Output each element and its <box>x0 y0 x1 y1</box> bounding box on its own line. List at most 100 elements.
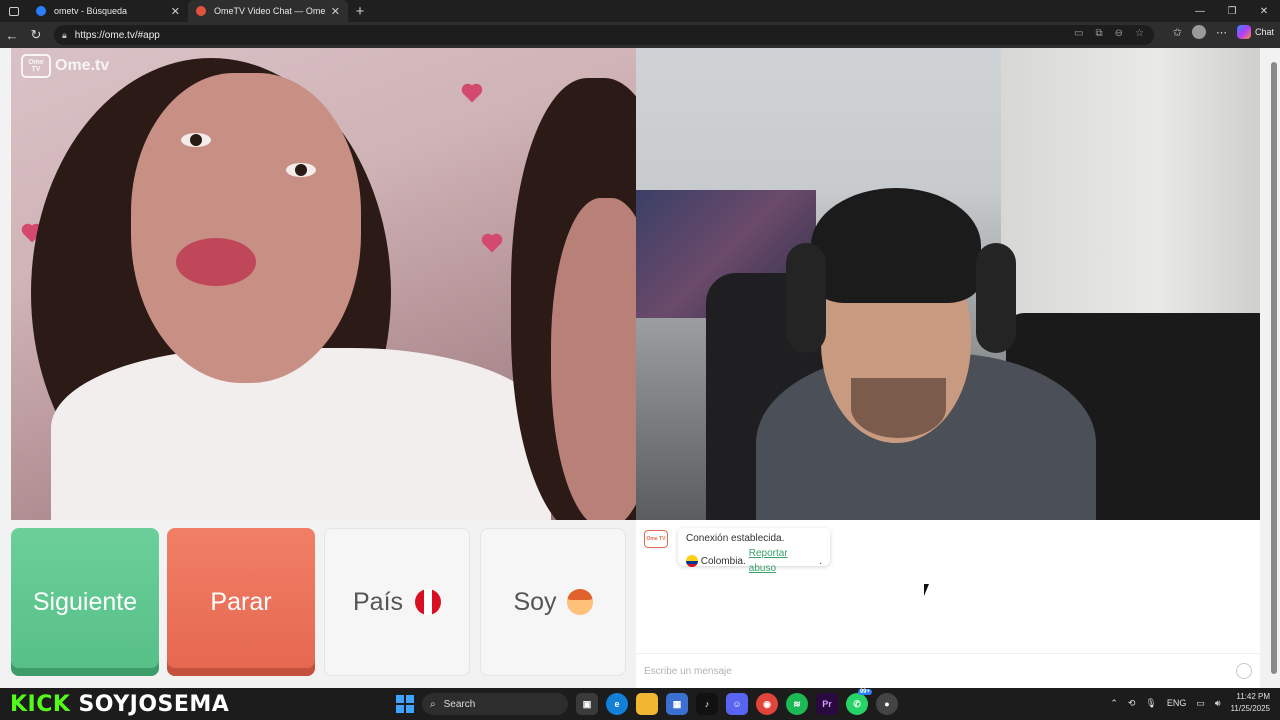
chrome-icon[interactable]: ◉ <box>756 693 778 715</box>
clock-time: 11:42 PM <box>1236 692 1270 701</box>
next-button[interactable]: Siguiente <box>11 528 159 676</box>
country-filter-button[interactable]: País <box>324 528 470 676</box>
stream-overlay: KICK SOYJOSEMA <box>10 692 229 718</box>
whatsapp-icon[interactable]: ✆ 99+ <box>846 689 872 715</box>
new-tab-button[interactable]: + <box>348 3 372 20</box>
person-eye <box>181 133 211 147</box>
tab-ometv-search[interactable]: ometv - Búsqueda ✕ <box>28 0 188 22</box>
copilot-icon <box>1236 25 1251 39</box>
tab-ometv-video-chat[interactable]: OmeTV Video Chat — Omeg ✕ <box>188 0 348 22</box>
store-icon[interactable]: ▦ <box>666 693 688 715</box>
favorites-icon[interactable]: ✩ <box>1173 26 1182 39</box>
close-tab-icon[interactable]: ✕ <box>331 5 340 18</box>
person-face <box>131 73 361 383</box>
copilot-chat-button[interactable]: Chat <box>1236 25 1274 39</box>
reload-button[interactable]: ↻ <box>24 27 48 43</box>
person-shirt <box>51 348 551 520</box>
clock-date: 11/25/2025 <box>1230 704 1270 713</box>
page-scrollbar[interactable] <box>1268 48 1280 688</box>
taskbar-search[interactable]: ⌕ Search <box>422 693 568 715</box>
boy-emoji-icon <box>566 589 593 615</box>
gender-select-button[interactable]: Soy <box>480 528 626 676</box>
favorite-star-icon[interactable]: ☆ <box>1135 28 1144 39</box>
kick-logo-text: KICK <box>10 692 71 717</box>
connection-status-text: Conexión establecida. <box>686 533 785 544</box>
search-label: Search <box>443 698 476 710</box>
edge-icon[interactable]: e <box>606 693 628 715</box>
ometv-logo[interactable]: Ome TV Ome.tv <box>21 54 109 78</box>
search-favicon-icon <box>36 6 46 16</box>
ometv-favicon-icon <box>196 6 206 16</box>
window-blind <box>1001 48 1260 348</box>
camera-in-use-icon[interactable]: ▭ <box>1074 28 1083 39</box>
emoji-picker-icon[interactable] <box>1236 663 1252 679</box>
close-tab-icon[interactable]: ✕ <box>171 5 180 18</box>
task-view-icon[interactable]: ▣ <box>576 693 598 715</box>
partner-country-text: Colombia. <box>700 555 746 567</box>
system-tray: ⌃ ⟲ 🎙︎ ENG ▭ 🔊︎ 11:42 PM 11/25/2025 <box>1110 691 1270 715</box>
colombia-flag-icon <box>686 555 698 567</box>
url-text[interactable]: https://ome.tv/#app <box>75 30 160 41</box>
browser-tab-strip: ometv - Búsqueda ✕ OmeTV Video Chat — Om… <box>0 0 1280 22</box>
ometv-chat-icon: Ome TV <box>644 530 668 548</box>
gender-button-label: Soy <box>513 587 557 616</box>
premiere-icon[interactable]: Pr <box>816 693 838 715</box>
country-line: Colombia. Reportar abuso. <box>686 546 822 576</box>
mouse-cursor-icon <box>924 584 929 596</box>
next-button-label: Siguiente <box>32 587 138 616</box>
country-button-label: País <box>352 587 404 616</box>
windows-start-icon[interactable] <box>396 695 414 713</box>
microphone-icon[interactable]: 🎙︎ <box>1145 698 1156 709</box>
heart-decoration <box>463 85 481 103</box>
message-input-row <box>636 653 1260 688</box>
peru-flag-icon <box>415 589 442 615</box>
sync-icon[interactable]: ⟲ <box>1128 698 1136 709</box>
heart-decoration <box>483 235 501 253</box>
chat-panel: Ome TV Conexión establecida. Colombia. R… <box>636 520 1260 688</box>
windows-taskbar: KICK SOYJOSEMA ⌕ Search ▣ e ▦ ♪ ☺ ◉ ≋ Pr … <box>0 688 1280 720</box>
report-abuse-link[interactable]: Reportar abuso <box>749 546 816 576</box>
more-menu-icon[interactable]: ⋯ <box>1216 26 1227 39</box>
address-toolbar: ← ↻ 🔒︎ https://ome.tv/#app ▭ ⧉ ⊖ ☆ ✩ ⋯ C… <box>0 22 1280 48</box>
self-video <box>636 48 1260 520</box>
volume-icon[interactable]: 🔊︎ <box>1215 698 1221 709</box>
person-beanie <box>811 188 981 303</box>
site-info-icon[interactable]: 🔒︎ <box>62 30 67 41</box>
spotify-icon[interactable]: ≋ <box>786 693 808 715</box>
message-input[interactable] <box>644 665 1236 677</box>
headphones-left <box>786 243 826 353</box>
streamer-username: SOYJOSEMA <box>78 692 230 717</box>
tab-actions-menu-icon[interactable] <box>0 0 28 22</box>
file-explorer-icon[interactable] <box>636 693 658 715</box>
person-beard <box>851 378 946 438</box>
reading-mode-icon[interactable]: ⊖ <box>1115 28 1123 39</box>
address-bar[interactable]: 🔒︎ https://ome.tv/#app ▭ ⧉ ⊖ ☆ <box>54 25 1154 45</box>
display-icon[interactable]: ▭ <box>1196 698 1205 709</box>
close-window-button[interactable]: ✕ <box>1248 0 1280 22</box>
back-button[interactable]: ← <box>0 28 24 43</box>
headphones-right <box>976 243 1016 353</box>
discord-icon[interactable]: ☺ <box>726 693 748 715</box>
person-lips <box>176 238 256 286</box>
recorder-icon[interactable]: ● <box>876 693 898 715</box>
stop-button[interactable]: Parar <box>167 528 315 676</box>
search-icon: ⌕ <box>430 698 436 710</box>
whatsapp-badge: 99+ <box>857 689 872 695</box>
restore-button[interactable]: ❐ <box>1216 0 1248 22</box>
open-in-app-icon[interactable]: ⧉ <box>1096 28 1103 39</box>
tab-title: ometv - Búsqueda <box>54 6 128 16</box>
profile-avatar[interactable] <box>1191 25 1206 39</box>
toolbar-right: ✩ ⋯ Chat <box>1173 25 1274 39</box>
stranger-video: Ome TV Ome.tv <box>11 48 636 520</box>
person-eye <box>286 163 316 177</box>
scrollbar-thumb[interactable] <box>1271 62 1277 674</box>
chevron-up-icon[interactable]: ⌃ <box>1110 698 1118 709</box>
language-indicator[interactable]: ENG <box>1167 698 1187 708</box>
tab-title: OmeTV Video Chat — Omeg <box>214 6 325 16</box>
ometv-logo-icon: Ome TV <box>21 54 51 78</box>
taskbar-apps: ⌕ Search ▣ e ▦ ♪ ☺ ◉ ≋ Pr ✆ 99+ ● <box>396 689 898 715</box>
tiktok-icon[interactable]: ♪ <box>696 693 718 715</box>
omnibox-actions: ▭ ⧉ ⊖ ☆ <box>1074 28 1144 39</box>
clock[interactable]: 11:42 PM 11/25/2025 <box>1231 691 1270 715</box>
minimize-button[interactable]: — <box>1184 0 1216 22</box>
